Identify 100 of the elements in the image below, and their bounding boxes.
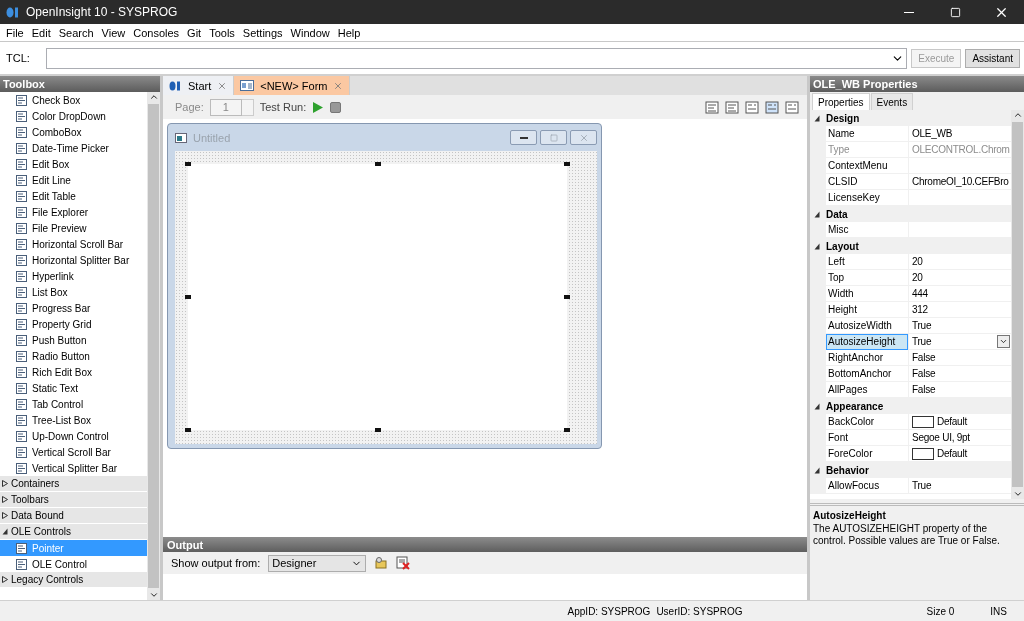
property-value[interactable]: True [909, 318, 1011, 334]
layout-icon[interactable] [785, 100, 799, 114]
layout-icon[interactable] [765, 100, 779, 114]
selection-handle[interactable] [185, 162, 191, 166]
dropdown-button[interactable] [997, 335, 1010, 348]
document-tab[interactable]: Start [163, 76, 235, 95]
scroll-up-icon[interactable] [148, 92, 159, 102]
property-value[interactable]: True [909, 334, 1011, 350]
menu-item[interactable]: Search [54, 26, 98, 39]
collapsed-triangle-icon[interactable] [2, 576, 8, 583]
scrollbar[interactable] [147, 92, 160, 600]
toolbox-item[interactable]: Rich Edit Box [0, 364, 147, 380]
property-name[interactable]: Left [826, 254, 908, 270]
menu-item[interactable]: Help [333, 26, 365, 39]
property-value[interactable]: Default [909, 414, 1011, 430]
selection-handle[interactable] [564, 162, 570, 166]
properties-tab[interactable]: Properties [812, 93, 870, 110]
property-name[interactable]: CLSID [826, 174, 908, 190]
selection-handle[interactable] [185, 428, 191, 432]
property-name[interactable]: ContextMenu [826, 158, 908, 174]
selection-handle[interactable] [374, 428, 381, 432]
close-icon[interactable] [217, 80, 228, 91]
property-value[interactable]: 312 [909, 302, 1011, 318]
property-name[interactable]: Font [826, 430, 908, 446]
toolbox-group[interactable]: Data Bound [0, 508, 147, 524]
toolbox-item[interactable]: Color DropDown [0, 108, 147, 124]
property-name[interactable]: AutosizeHeight [826, 334, 908, 350]
folder-icon[interactable] [374, 556, 389, 570]
property-value[interactable]: ChromeOI_10.CEFBro [909, 174, 1011, 190]
toolbox-item[interactable]: Property Grid [0, 316, 147, 332]
property-name[interactable]: Misc [826, 222, 908, 238]
expanded-triangle-icon[interactable] [814, 402, 820, 410]
property-category[interactable]: Appearance [810, 398, 1011, 414]
expanded-triangle-icon[interactable] [814, 466, 820, 474]
scroll-up-icon[interactable] [1012, 110, 1023, 120]
close-icon[interactable] [333, 80, 344, 91]
collapsed-triangle-icon[interactable] [2, 496, 8, 503]
selection-handle[interactable] [564, 295, 570, 299]
property-name[interactable]: AutosizeWidth [826, 318, 908, 334]
property-name[interactable]: Height [826, 302, 908, 318]
menu-item[interactable]: Consoles [129, 26, 184, 39]
output-filter-select[interactable]: Designer [268, 554, 367, 572]
scrollbar[interactable] [1011, 110, 1024, 499]
toolbox-group[interactable]: Toolbars [0, 492, 147, 508]
selection-handle[interactable] [374, 162, 381, 166]
toolbox-group[interactable]: Containers [0, 476, 147, 492]
property-name[interactable]: Width [826, 286, 908, 302]
toolbox-item[interactable]: Horizontal Scroll Bar [0, 236, 147, 252]
clear-icon[interactable] [396, 556, 411, 570]
property-value[interactable]: Default [909, 446, 1011, 462]
toolbox-item[interactable]: Horizontal Splitter Bar [0, 252, 147, 268]
property-value[interactable]: OLE_WB [909, 126, 1011, 142]
menu-item[interactable]: Tools [205, 26, 239, 39]
property-name[interactable]: BackColor [826, 414, 908, 430]
toolbox-item[interactable]: Push Button [0, 332, 147, 348]
toolbox-item[interactable]: Vertical Splitter Bar [0, 460, 147, 476]
selection-handle[interactable] [564, 428, 570, 432]
expanded-triangle-icon[interactable] [814, 114, 820, 122]
property-value[interactable]: Segoe UI, 9pt [909, 430, 1011, 446]
property-value[interactable]: False [909, 366, 1011, 382]
property-value[interactable]: 20 [909, 254, 1011, 270]
toolbox-item[interactable]: Edit Table [0, 188, 147, 204]
property-name[interactable]: ForeColor [826, 446, 908, 462]
toolbox-item[interactable]: Check Box [0, 92, 147, 108]
toolbox-item[interactable]: Vertical Scroll Bar [0, 444, 147, 460]
property-category[interactable]: Data [810, 206, 1011, 222]
toolbox-item[interactable]: Static Text [0, 380, 147, 396]
menu-item[interactable]: Git [183, 26, 206, 39]
menu-item[interactable]: Window [286, 26, 334, 39]
close-button[interactable] [570, 130, 597, 145]
layout-icon[interactable] [725, 100, 739, 114]
property-category[interactable]: Behavior [810, 462, 1011, 478]
scroll-down-icon[interactable] [148, 590, 159, 600]
expanded-triangle-icon[interactable] [2, 528, 8, 535]
menu-item[interactable]: Settings [238, 26, 287, 39]
property-name[interactable]: Top [826, 270, 908, 286]
property-name[interactable]: AllowFocus [826, 478, 908, 494]
property-category[interactable]: Design [810, 110, 1011, 126]
property-category[interactable]: Layout [810, 238, 1011, 254]
layout-icon[interactable] [705, 100, 719, 114]
property-value[interactable]: False [909, 350, 1011, 366]
expanded-triangle-icon[interactable] [814, 210, 820, 218]
toolbox-item[interactable]: Progress Bar [0, 300, 147, 316]
toolbox-item[interactable]: Tab Control [0, 396, 147, 412]
property-name[interactable]: AllPages [826, 382, 908, 398]
property-name[interactable]: RightAnchor [826, 350, 908, 366]
toolbox-item[interactable]: Hyperlink [0, 268, 147, 284]
document-tab[interactable]: <NEW> Form [234, 76, 351, 95]
property-value[interactable]: False [909, 382, 1011, 398]
expanded-triangle-icon[interactable] [814, 242, 820, 250]
toolbox-group[interactable]: OLE Controls [0, 524, 147, 540]
play-icon[interactable] [312, 100, 325, 114]
toolbox-group[interactable]: Legacy Controls [0, 572, 147, 588]
toolbox-item[interactable]: ComboBox [0, 124, 147, 140]
property-name[interactable]: BottomAnchor [826, 366, 908, 382]
toolbar-button[interactable]: Assistant [965, 48, 1020, 68]
toolbox-item[interactable]: OLE Control [0, 556, 147, 572]
property-value[interactable]: True [909, 478, 1011, 494]
toolbox-item[interactable]: Tree-List Box [0, 412, 147, 428]
toolbox-item[interactable]: Edit Box [0, 156, 147, 172]
